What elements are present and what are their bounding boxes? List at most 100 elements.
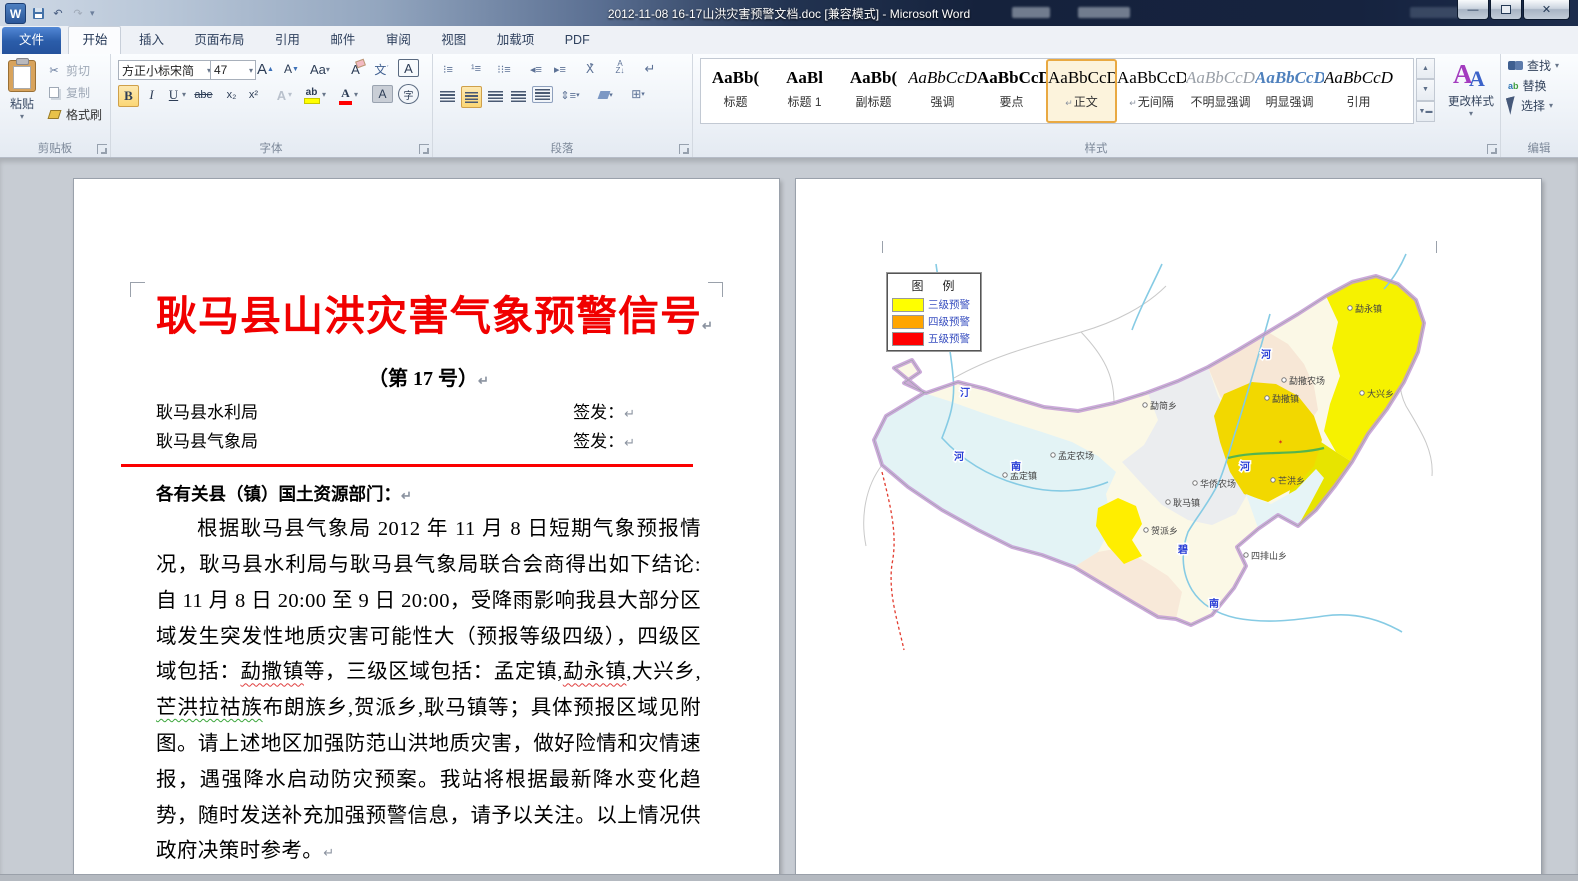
style-item-quote[interactable]: AaBbCcD.引用 [1324, 59, 1393, 123]
replace-button[interactable]: ab替换 [1508, 77, 1578, 94]
group-label-styles: 样式 [692, 140, 1500, 156]
bullets-icon[interactable]: ⁝≡ [440, 62, 456, 76]
font-color-bar [339, 101, 352, 105]
style-item-emphasis[interactable]: AaBbCcD.强调 [908, 59, 977, 123]
align-right-button[interactable] [486, 86, 505, 106]
svg-text:勐撒镇: 勐撒镇 [1272, 393, 1299, 404]
change-styles-button[interactable]: AA 更改样式 ▾ [1444, 59, 1498, 118]
replace-icon: ab [1508, 81, 1519, 91]
show-marks-icon[interactable]: ↵ [642, 62, 658, 76]
shading-icon[interactable]: ▾ [598, 88, 614, 102]
tab-home[interactable]: 开始 [68, 26, 121, 56]
decrease-indent-icon[interactable]: ◂≡ [528, 62, 544, 76]
paste-button[interactable]: 粘贴 ▾ [8, 60, 36, 121]
document-page-1[interactable]: 耿马县山洪灾害气象预警信号↵ （第 17 号）↵ 耿马县水利局 签发：↵ 耿马县… [73, 178, 780, 875]
asian-layout-icon[interactable]: Ⅹ̽ [582, 62, 598, 76]
style-item-strong[interactable]: AaBbCcD要点 [977, 59, 1046, 123]
multilevel-list-icon[interactable]: ⁝⁝≡ [496, 62, 512, 76]
paste-dropdown-icon[interactable]: ▾ [8, 112, 36, 121]
style-item-no-spacing[interactable]: AaBbCcD(无间隔 [1117, 59, 1186, 123]
distributed-icon [535, 89, 550, 100]
restore-icon [1501, 5, 1511, 14]
style-item-intense-emphasis[interactable]: AaBbCcD.明显强调 [1255, 59, 1324, 123]
tab-references[interactable]: 引用 [262, 27, 313, 55]
phonetic-guide-button[interactable]: 文ˊ [372, 59, 391, 79]
style-item-heading1[interactable]: AaBl标题 1 [770, 59, 839, 123]
group-label-clipboard: 剪贴板 [0, 140, 110, 156]
group-paragraph: ⁝≡ ¹≡ ⁝⁝≡ ◂≡ ▸≡ Ⅹ̽ AZ↓ ↵ ⇕≡▾ ▾ ⊞▾ 段落 [432, 54, 693, 157]
subscript-button[interactable]: x₂ [222, 85, 241, 105]
find-button[interactable]: 查找▾ [1508, 57, 1578, 74]
style-item-subtitle[interactable]: AaBb(副标题 [839, 59, 908, 123]
superscript-button[interactable]: x² [244, 85, 263, 105]
doc-salutation: 各有关县（镇）国土资源部门：↵ [156, 481, 701, 506]
text-boundary-mark [130, 282, 145, 297]
format-painter-button[interactable]: 格式刷 [46, 106, 102, 123]
enclose-characters-button[interactable]: 字 [398, 84, 419, 104]
grow-font-button[interactable]: A▲ [256, 59, 275, 79]
ribbon: 粘贴 ▾ ✂剪切 复制 格式刷 剪贴板 方正小标宋简▾ 47▾ A▲ [0, 54, 1578, 158]
tab-addins[interactable]: 加载项 [484, 27, 548, 55]
org-name-1: 耿马县水利局 [156, 398, 258, 423]
group-label-editing: 编辑 [1500, 140, 1578, 156]
org-row-1: 耿马县水利局 签发：↵ [156, 398, 701, 423]
italic-button[interactable]: I [142, 85, 161, 105]
styles-scroll-up[interactable]: ▲ [1416, 58, 1435, 79]
align-center-button[interactable] [461, 86, 482, 108]
character-shading-button[interactable]: A [372, 85, 393, 103]
justify-icon [511, 91, 526, 102]
styles-scroll-down[interactable]: ▼ [1416, 79, 1435, 100]
svg-text:河: 河 [1240, 461, 1250, 473]
underline-dropdown-icon[interactable]: ▾ [182, 90, 186, 99]
sort-icon[interactable]: AZ↓ [612, 60, 628, 74]
minimize-button[interactable]: — [1457, 0, 1489, 20]
increase-indent-icon[interactable]: ▸≡ [552, 62, 568, 76]
cut-button[interactable]: ✂剪切 [46, 62, 90, 79]
svg-text:南: 南 [1011, 460, 1021, 473]
restore-button[interactable] [1490, 0, 1522, 20]
character-border-button[interactable]: A [398, 59, 419, 77]
highlight-dropdown-icon[interactable]: ▾ [322, 90, 326, 99]
underline-button[interactable]: U [164, 85, 183, 105]
legend-title: 图 例 [892, 277, 976, 294]
tab-view[interactable]: 视图 [428, 27, 479, 55]
tab-page-layout[interactable]: 页面布局 [181, 27, 257, 55]
shrink-font-button[interactable]: A▼ [282, 59, 301, 79]
font-dialog-launcher[interactable] [419, 144, 429, 154]
copy-button[interactable]: 复制 [46, 84, 90, 101]
document-page-2[interactable]: 图 例 三级预警 四级预警 五级预警 [795, 178, 1542, 875]
paragraph-dialog-launcher[interactable] [679, 144, 689, 154]
borders-icon[interactable]: ⊞▾ [630, 87, 646, 101]
legend-label-level3: 三级预警 [928, 297, 970, 312]
change-case-button[interactable]: Aa▾ [310, 59, 330, 79]
style-item-subtle-emphasis[interactable]: AaBbCcD.不明显强调 [1186, 59, 1255, 123]
text-effects-dropdown-icon[interactable]: ▾ [288, 90, 292, 99]
numbering-icon[interactable]: ¹≡ [468, 62, 484, 76]
tab-insert[interactable]: 插入 [126, 27, 177, 55]
tab-file[interactable]: 文件 [2, 27, 61, 55]
document-area[interactable]: 耿马县山洪灾害气象预警信号↵ （第 17 号）↵ 耿马县水利局 签发：↵ 耿马县… [0, 158, 1578, 875]
tab-review[interactable]: 审阅 [373, 27, 424, 55]
style-item-title[interactable]: AaBb(标题 [701, 59, 770, 123]
bold-button[interactable]: B [118, 85, 139, 107]
styles-gallery-more[interactable]: ▼▬ [1416, 101, 1435, 122]
font-color-dropdown-icon[interactable]: ▾ [354, 90, 358, 99]
strikethrough-button[interactable]: abe [194, 85, 213, 105]
align-left-button[interactable] [438, 86, 457, 106]
clear-formatting-button[interactable]: A [346, 59, 365, 79]
justify-button[interactable] [509, 86, 528, 106]
org-name-2: 耿马县气象局 [156, 427, 258, 452]
highlight-button[interactable]: ab [302, 85, 321, 105]
tab-mailings[interactable]: 邮件 [317, 27, 368, 55]
distributed-button[interactable] [532, 86, 553, 103]
font-size-combo[interactable]: 47▾ [210, 60, 256, 80]
font-name-combo[interactable]: 方正小标宋简▾ [118, 60, 214, 80]
styles-dialog-launcher[interactable] [1487, 144, 1497, 154]
line-spacing-icon[interactable]: ⇕≡▾ [562, 88, 578, 102]
close-button[interactable]: ✕ [1523, 0, 1570, 20]
style-item-normal[interactable]: AaBbCcD(正文 [1046, 59, 1117, 123]
select-button[interactable]: 选择▾ [1508, 97, 1578, 114]
tab-pdf[interactable]: PDF [552, 27, 603, 55]
clipboard-dialog-launcher[interactable] [97, 144, 107, 154]
font-color-button[interactable]: A [336, 85, 355, 105]
